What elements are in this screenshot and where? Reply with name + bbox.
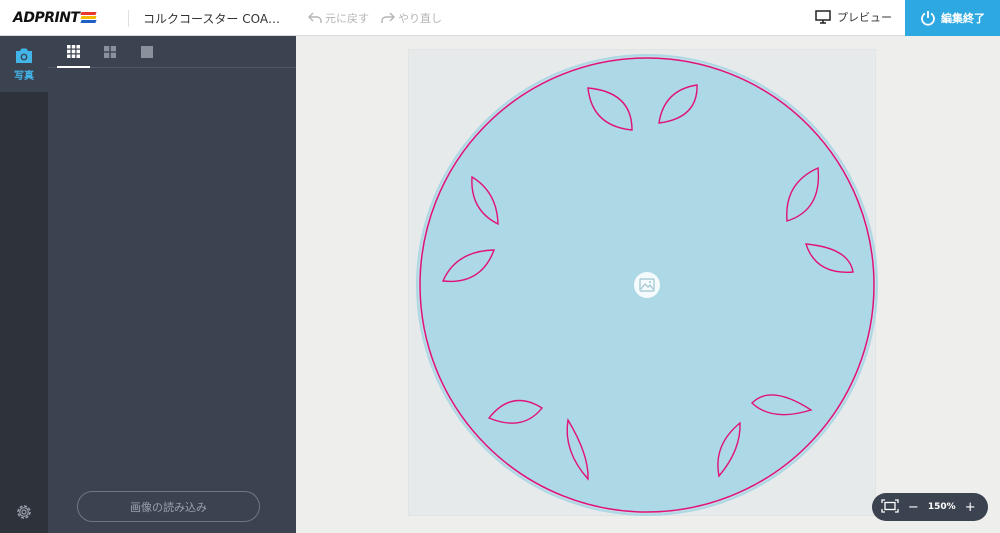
- undo-icon: [308, 12, 322, 23]
- image-placeholder-icon[interactable]: [634, 272, 660, 298]
- adprint-logo[interactable]: ADPRINT: [13, 9, 98, 27]
- tab-large-view[interactable]: [131, 36, 163, 68]
- fit-screen-icon: [881, 498, 899, 513]
- logo-text: ADPRINT: [13, 10, 80, 26]
- import-image-button[interactable]: 画像の読み込み: [77, 491, 260, 522]
- grid-small-icon: [67, 44, 80, 58]
- header-divider: [128, 10, 129, 27]
- zoom-level: 150%: [927, 502, 956, 512]
- preview-label: プレビュー: [837, 11, 892, 24]
- undo-button[interactable]: 元に戻す: [308, 10, 369, 26]
- zoom-control: − 150% +: [872, 493, 988, 521]
- photo-panel: 画像の読み込み: [48, 36, 296, 533]
- rail-photo-label: 写真: [14, 70, 34, 82]
- coaster-canvas[interactable]: [296, 36, 1000, 533]
- square-icon: [141, 46, 153, 58]
- top-bar: ADPRINT コルクコースター COA… 元に戻す やり直し プレビュー 編集…: [0, 0, 1000, 36]
- tab-medium-grid[interactable]: [94, 36, 126, 68]
- preview-button[interactable]: プレビュー: [815, 9, 892, 25]
- zoom-in-button[interactable]: +: [961, 500, 979, 515]
- logo-stripes-icon: [80, 12, 98, 24]
- settings-button[interactable]: [14, 502, 34, 526]
- finish-label: 編集終了: [941, 12, 985, 25]
- left-rail: 写真: [0, 36, 48, 533]
- fit-to-screen-button[interactable]: [881, 498, 899, 516]
- monitor-icon: [815, 10, 831, 24]
- power-icon: [921, 11, 935, 26]
- rail-item-photo[interactable]: 写真: [0, 36, 48, 92]
- gear-icon: [17, 505, 31, 519]
- redo-icon: [381, 12, 395, 23]
- document-title[interactable]: コルクコースター COA…: [143, 10, 280, 27]
- undo-label: 元に戻す: [325, 12, 369, 25]
- tab-small-grid[interactable]: [57, 36, 90, 68]
- zoom-out-button[interactable]: −: [904, 500, 922, 515]
- grid-medium-icon: [104, 46, 116, 58]
- redo-label: やり直し: [398, 12, 442, 25]
- finish-editing-button[interactable]: 編集終了: [905, 0, 1000, 36]
- camera-icon: [16, 48, 32, 63]
- canvas-area: [296, 36, 1000, 533]
- view-mode-tabs: [48, 36, 296, 68]
- redo-button[interactable]: やり直し: [381, 10, 442, 26]
